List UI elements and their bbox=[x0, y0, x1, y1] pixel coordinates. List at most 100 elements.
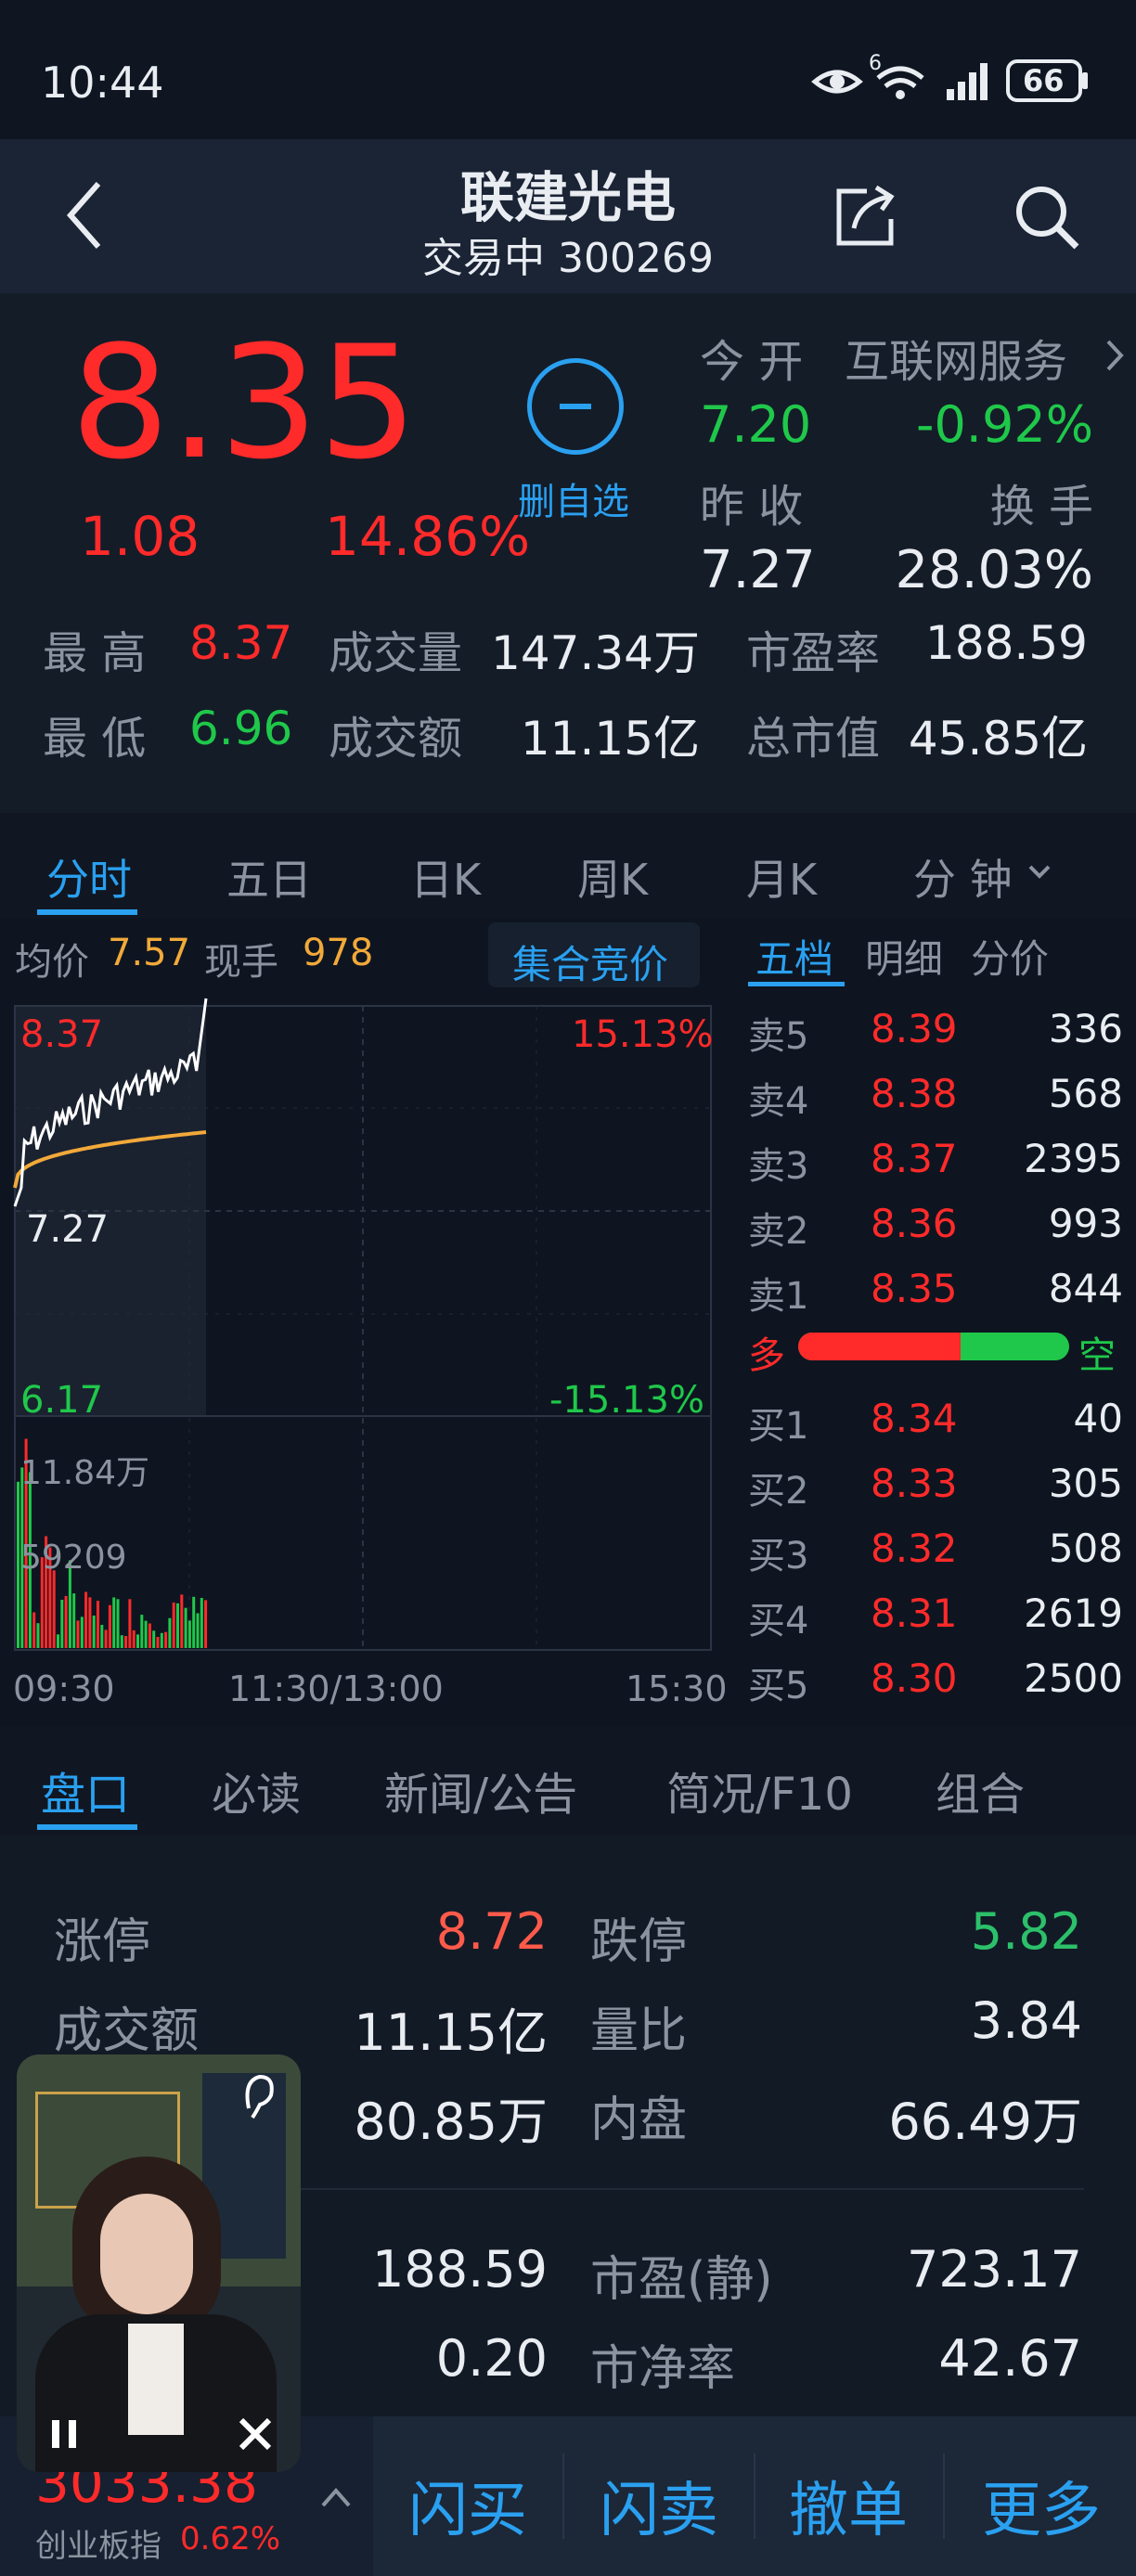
auction-button-label: 集合竞价 bbox=[512, 942, 669, 987]
info-tabs: 盘口 必读 新闻/公告 简况/F10 组合 bbox=[0, 1726, 1136, 1835]
tab-five-levels[interactable]: 五档 bbox=[755, 928, 833, 985]
status-time: 10:44 bbox=[41, 58, 164, 108]
turnover-value: 28.03% bbox=[895, 540, 1093, 600]
chevron-up-icon[interactable] bbox=[319, 2485, 353, 2509]
search-icon[interactable] bbox=[1012, 182, 1082, 252]
bid-price: 8.31 bbox=[871, 1591, 958, 1636]
tab-five-day[interactable]: 五日 bbox=[226, 846, 312, 908]
chevron-down-icon[interactable] bbox=[1026, 863, 1052, 882]
index-name[interactable]: 创业板指 bbox=[35, 2520, 161, 2566]
pe-static-value: 723.17 bbox=[907, 2240, 1082, 2299]
volume-bar bbox=[140, 1615, 144, 1648]
prev-close-label: 昨 收 bbox=[700, 481, 804, 533]
cancel-order-button[interactable]: 撤单 bbox=[789, 2463, 908, 2548]
tab-daily-k[interactable]: 日K bbox=[410, 846, 481, 908]
volume-bar bbox=[172, 1602, 175, 1648]
market-cap-label: 总市值 bbox=[746, 713, 881, 765]
more-button[interactable]: 更多 bbox=[982, 2463, 1101, 2548]
period-tabs: 分时 五日 日K 周K 月K 分 钟 bbox=[0, 813, 1136, 919]
amount-label: 成交额 bbox=[329, 713, 463, 765]
volume-bar bbox=[156, 1637, 160, 1648]
pause-icon[interactable] bbox=[45, 2415, 84, 2454]
ask-volume: 336 bbox=[1048, 1006, 1123, 1051]
axis-vol-top: 11.84万 bbox=[20, 1454, 150, 1492]
tab-monthly-k[interactable]: 月K bbox=[746, 846, 817, 908]
volume-bar bbox=[57, 1634, 59, 1648]
amount-value: 11.15亿 bbox=[520, 712, 700, 766]
floating-video-player[interactable] bbox=[17, 2054, 301, 2472]
chevron-right-icon[interactable] bbox=[1104, 338, 1127, 373]
ask-volume: 993 bbox=[1048, 1201, 1123, 1246]
battery-level: 66 bbox=[1023, 63, 1065, 98]
volume-bar bbox=[132, 1629, 136, 1648]
quote-panel: 8.35 1.08 14.86% 删自选 今 开 互联网服务 7.20 -0.9… bbox=[0, 293, 1136, 813]
tab-details[interactable]: 明细 bbox=[865, 928, 943, 985]
bid-label: 买4 bbox=[748, 1600, 809, 1642]
ear-icon[interactable] bbox=[239, 2071, 277, 2123]
ask-volume: 568 bbox=[1048, 1071, 1123, 1116]
bull-label: 多 bbox=[748, 1334, 785, 1377]
bid-volume: 2619 bbox=[1024, 1591, 1123, 1636]
bid-price: 8.30 bbox=[871, 1655, 958, 1701]
current-price: 8.35 bbox=[71, 312, 419, 494]
volume-ratio-label: 量比 bbox=[590, 2003, 688, 2059]
sector-link[interactable]: 互联网服务 bbox=[845, 325, 1067, 390]
ask-price: 8.36 bbox=[871, 1201, 958, 1246]
bid-price: 8.32 bbox=[871, 1526, 958, 1571]
volume-bar bbox=[108, 1604, 111, 1648]
tab-portfolio[interactable]: 组合 bbox=[936, 1758, 1025, 1823]
avg-price-value: 7.57 bbox=[108, 932, 191, 974]
volume-bar bbox=[144, 1620, 148, 1648]
volume-bar bbox=[187, 1620, 191, 1648]
volume-bar bbox=[72, 1593, 76, 1648]
tab-weekly-k[interactable]: 周K bbox=[577, 846, 648, 908]
remove-watchlist-icon[interactable] bbox=[527, 358, 624, 455]
bid-volume: 40 bbox=[1073, 1396, 1123, 1441]
tab-minute[interactable]: 分 钟 bbox=[913, 846, 1013, 908]
ask-label: 卖2 bbox=[748, 1210, 809, 1253]
auction-button[interactable]: 集合竞价 bbox=[488, 922, 700, 987]
divider bbox=[943, 2454, 945, 2539]
ask-volume: 844 bbox=[1048, 1266, 1123, 1311]
time-mid: 11:30/13:00 bbox=[228, 1668, 444, 1709]
bid-row-2: 买2 8.33 305 bbox=[742, 1451, 1123, 1516]
price-change: 1.08 bbox=[80, 505, 200, 568]
remove-watchlist-label[interactable]: 删自选 bbox=[518, 471, 629, 525]
bid-volume: 508 bbox=[1048, 1526, 1123, 1571]
volume-bar bbox=[176, 1603, 179, 1648]
ask-label: 卖4 bbox=[748, 1080, 809, 1123]
tab-price-dist[interactable]: 分价 bbox=[971, 928, 1049, 985]
flash-sell-button[interactable]: 闪卖 bbox=[600, 2463, 718, 2548]
volume-bar bbox=[200, 1598, 203, 1648]
volume-bar bbox=[136, 1634, 139, 1648]
volume-bar bbox=[80, 1616, 84, 1648]
close-icon[interactable] bbox=[236, 2415, 275, 2454]
flash-buy-button[interactable]: 闪买 bbox=[408, 2463, 527, 2548]
tab-intraday[interactable]: 分时 bbox=[46, 846, 132, 908]
share-icon[interactable] bbox=[830, 182, 900, 252]
pe-static-label: 市盈(静) bbox=[590, 2252, 773, 2308]
tab-must-read[interactable]: 必读 bbox=[212, 1758, 301, 1823]
detail-amount-label: 成交额 bbox=[54, 2003, 200, 2059]
pb-value: 42.67 bbox=[938, 2329, 1082, 2388]
volume-bar bbox=[128, 1599, 132, 1648]
minus-icon bbox=[560, 404, 591, 409]
volume-bar bbox=[196, 1613, 200, 1648]
volume-bar bbox=[124, 1636, 128, 1648]
tab-news[interactable]: 新闻/公告 bbox=[384, 1758, 577, 1823]
volume-bar bbox=[184, 1607, 187, 1648]
volume-bar bbox=[120, 1635, 123, 1648]
signal-icon bbox=[947, 63, 988, 100]
volume-bar bbox=[100, 1625, 104, 1648]
sector-change: -0.92% bbox=[915, 395, 1093, 454]
bid-label: 买1 bbox=[748, 1405, 809, 1448]
tab-f10[interactable]: 简况/F10 bbox=[666, 1758, 853, 1823]
divider bbox=[754, 2454, 755, 2539]
ask-price: 8.39 bbox=[871, 1006, 958, 1051]
eps-value: 0.20 bbox=[435, 2329, 548, 2388]
ask-label: 卖3 bbox=[748, 1145, 809, 1188]
ask-row-5: 卖5 8.39 336 bbox=[742, 997, 1123, 1062]
tab-handicap[interactable]: 盘口 bbox=[41, 1758, 130, 1823]
intraday-area: 均价 7.57 现手 978 集合竞价 8.37 7.27 6.17 15.13… bbox=[0, 919, 1136, 1726]
ask-volume: 2395 bbox=[1024, 1136, 1123, 1181]
